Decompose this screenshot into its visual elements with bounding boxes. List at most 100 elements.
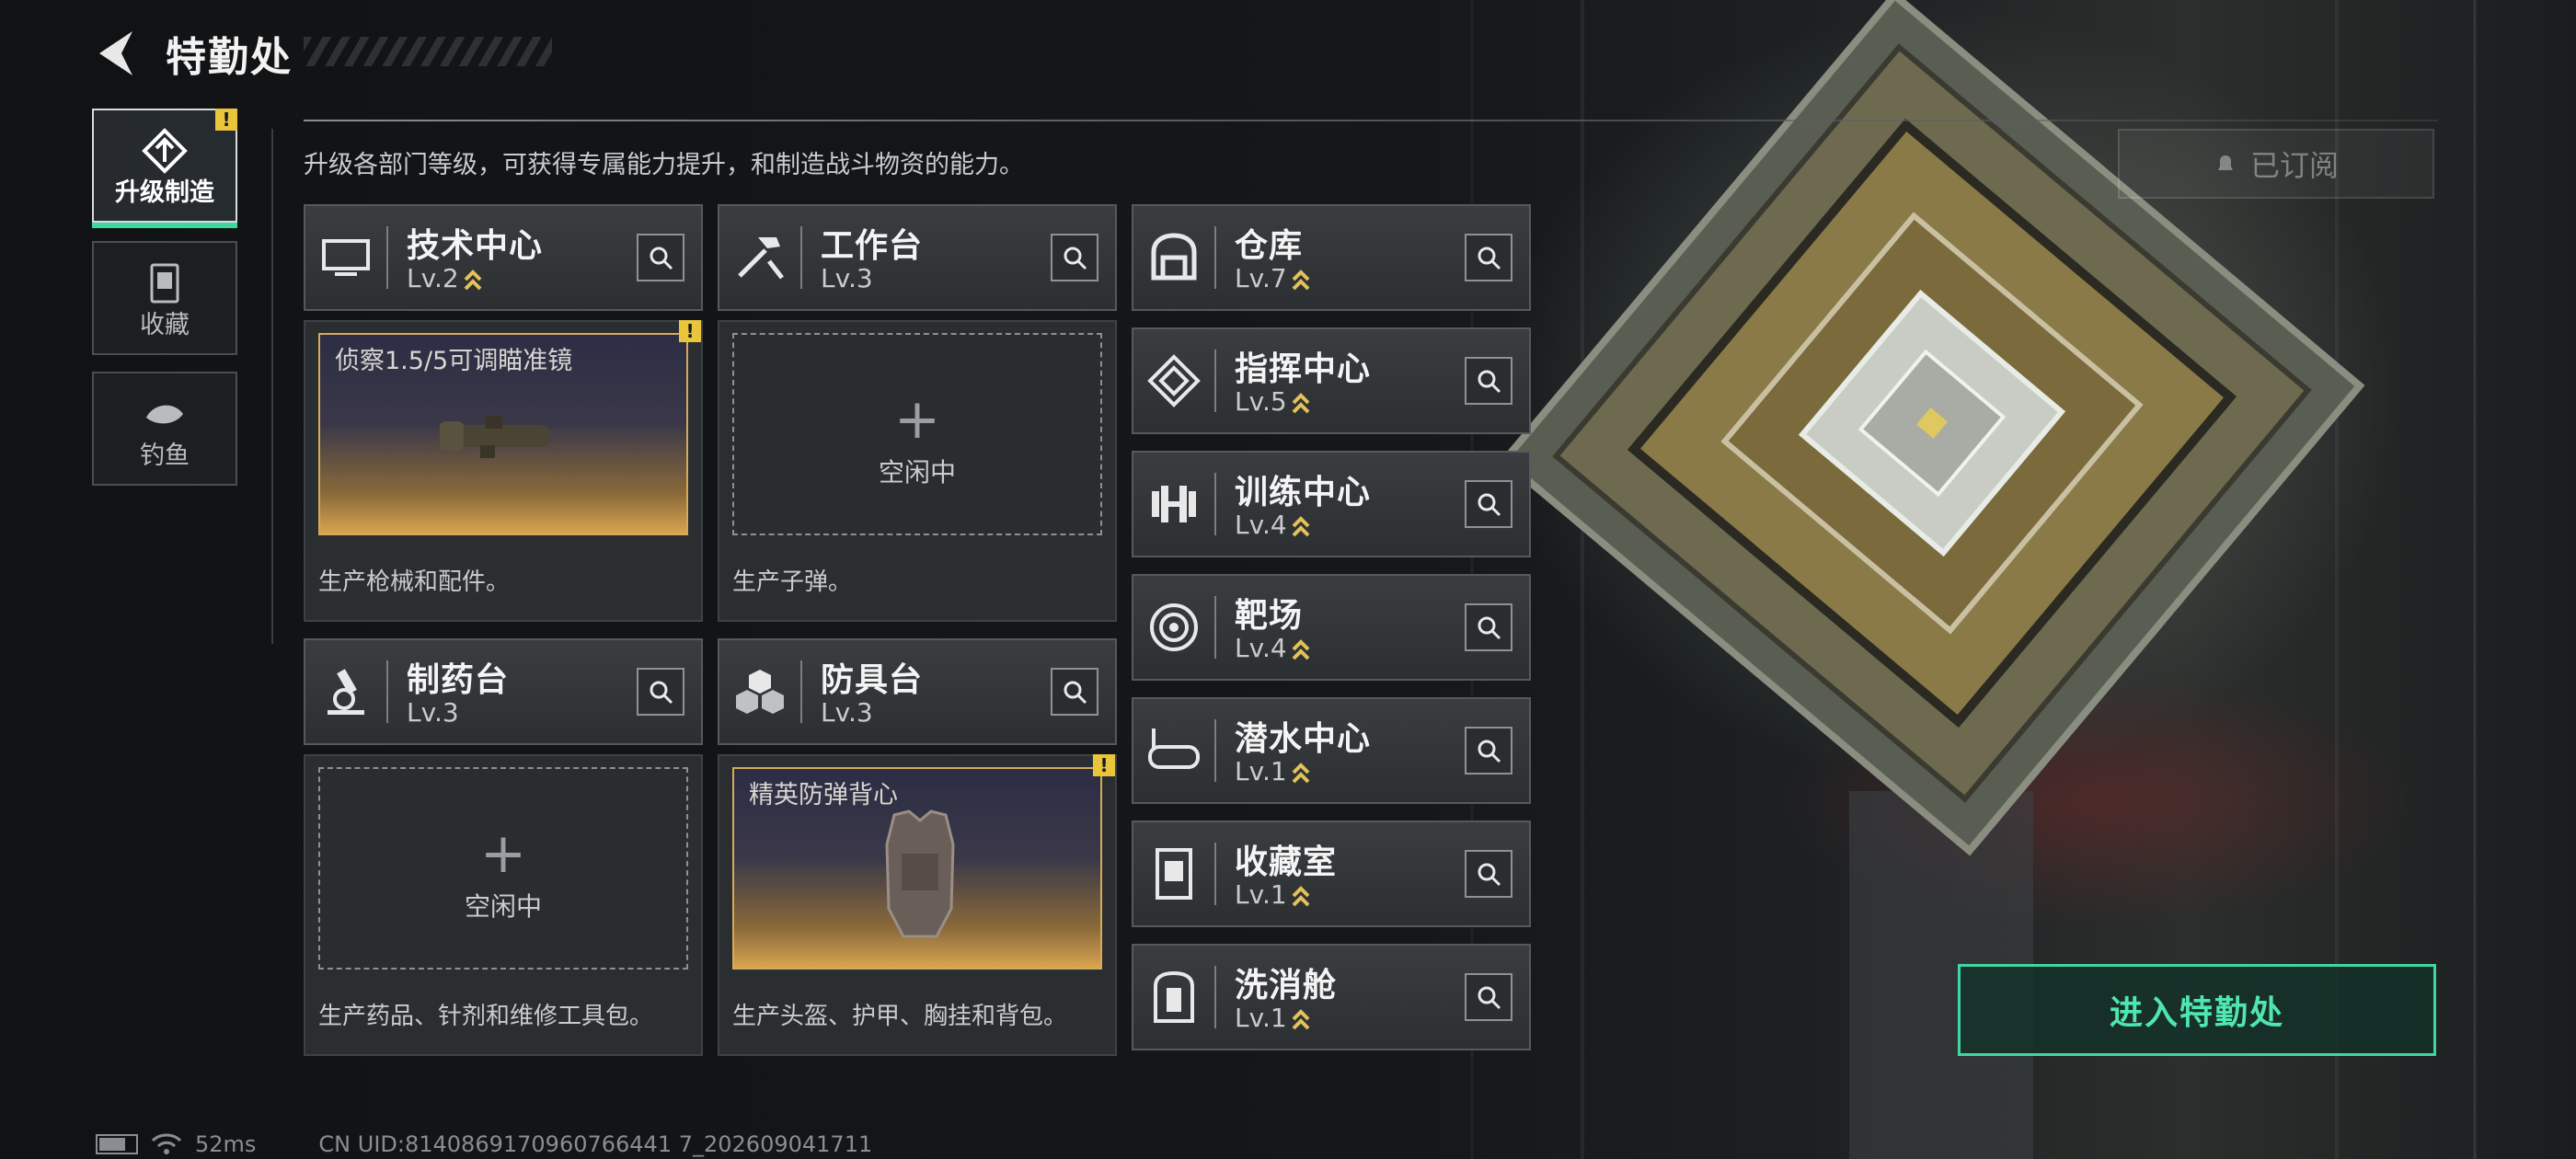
sidebar-item-fishing[interactable]: 钓鱼 [92, 372, 237, 486]
search-button[interactable] [1465, 603, 1512, 651]
bell-icon [2217, 155, 2233, 170]
card-separator [1214, 966, 1216, 1028]
header-divider [304, 120, 2438, 121]
card-separator [800, 660, 802, 723]
facility-card-tech-center[interactable]: 技术中心 Lv.2 [304, 204, 703, 311]
search-icon [1478, 740, 1501, 763]
production-panel-pharmacy: + 空闲中 生产药品、针剂和维修工具包。 [304, 754, 703, 1056]
page-description: 升级各部门等级，可获得专属能力提升，和制造战斗物资的能力。 [304, 151, 1024, 179]
production-slot[interactable]: 精英防弹背心 [732, 767, 1102, 970]
search-icon [650, 247, 673, 270]
plus-icon: + [479, 821, 527, 886]
card-separator [1214, 843, 1216, 905]
upgrade-chevron-icon [1292, 886, 1310, 907]
display-case-icon [1156, 848, 1192, 900]
subscribed-label: 已订阅 [2249, 148, 2339, 183]
facility-level: Lv.1 [1235, 1003, 1311, 1033]
card-separator [386, 660, 388, 723]
facility-level: Lv.5 [1235, 386, 1311, 417]
facility-name: 收藏室 [1235, 843, 1338, 881]
search-button[interactable] [1465, 357, 1512, 405]
alert-badge: ! [1093, 754, 1115, 776]
search-button[interactable] [1465, 234, 1512, 281]
facility-card-armor-bench[interactable]: 防具台 Lv.3 [718, 638, 1117, 745]
battery-icon [96, 1134, 138, 1154]
status-bar: 52ms CN UID:8140869170960766441 7_202609… [96, 1131, 872, 1157]
dumbbell-icon [1152, 486, 1196, 522]
production-slot[interactable]: + 空闲中 [732, 333, 1102, 535]
facility-description: 生产药品、针剂和维修工具包。 [318, 1003, 654, 1030]
back-arrow-icon[interactable] [92, 28, 138, 79]
facility-level: Lv.1 [1235, 879, 1311, 910]
vest-icon [885, 809, 955, 938]
search-button[interactable] [1051, 668, 1098, 716]
search-icon [1478, 493, 1501, 517]
card-separator [1214, 596, 1216, 659]
facility-name: 防具台 [821, 661, 924, 699]
facility-name: 技术中心 [407, 227, 544, 265]
facility-card-workbench[interactable]: 工作台 Lv.3 [718, 204, 1117, 311]
sidebar-item-label: 升级制造 [115, 178, 214, 207]
idle-label: 空闲中 [464, 891, 542, 922]
facility-card-decon-chamber[interactable]: 洗消舱 Lv.1 [1132, 944, 1531, 1050]
collection-icon [150, 263, 179, 304]
search-button[interactable] [1465, 973, 1512, 1021]
tools-icon [738, 237, 784, 280]
alert-badge: ! [679, 320, 701, 342]
search-button[interactable] [1465, 727, 1512, 775]
facility-name: 仓库 [1235, 227, 1304, 265]
diving-mask-icon [1148, 729, 1200, 769]
production-panel-workbench: + 空闲中 生产子弹。 [718, 320, 1117, 622]
facility-name: 洗消舱 [1235, 967, 1338, 1004]
plus-icon: + [893, 387, 941, 452]
sidebar-item-collection[interactable]: 收藏 [92, 241, 237, 355]
facility-name: 靶场 [1235, 597, 1304, 635]
upgrade-chevron-icon [1292, 270, 1310, 291]
search-button[interactable] [637, 234, 684, 281]
facility-name: 工作台 [821, 227, 924, 265]
scope-icon [440, 416, 550, 458]
facility-name: 制药台 [407, 661, 510, 699]
upgrade-icon [142, 128, 188, 174]
decon-chamber-icon [1154, 970, 1194, 1023]
facility-level: Lv.7 [1235, 263, 1311, 293]
facility-card-warehouse[interactable]: 仓库 Lv.7 [1132, 204, 1531, 311]
production-slot[interactable]: 侦察1.5/5可调瞄准镜 [318, 333, 688, 535]
facility-description: 生产头盔、护甲、胸挂和背包。 [732, 1003, 1068, 1030]
idle-label: 空闲中 [878, 457, 956, 488]
warehouse-icon [1151, 233, 1197, 281]
facility-card-shooting-range[interactable]: 靶场 Lv.4 [1132, 574, 1531, 681]
enter-special-ops-button[interactable]: 进入特勤处 [1958, 964, 2436, 1056]
production-slot[interactable]: + 空闲中 [318, 767, 688, 970]
search-icon [1478, 247, 1501, 270]
subscribed-button[interactable]: 已订阅 [2118, 129, 2434, 199]
search-button[interactable] [1465, 850, 1512, 898]
microscope-icon [328, 669, 364, 715]
upgrade-chevron-icon [1292, 393, 1310, 414]
search-icon [1478, 370, 1501, 394]
user-uid: CN UID:8140869170960766441 7_20260904171… [318, 1131, 873, 1157]
card-separator [1214, 226, 1216, 289]
search-icon [1478, 616, 1501, 640]
facility-card-diving-center[interactable]: 潜水中心 Lv.1 [1132, 697, 1531, 804]
facility-level: Lv.2 [407, 263, 483, 293]
facility-card-collection-room[interactable]: 收藏室 Lv.1 [1132, 820, 1531, 927]
card-separator [800, 226, 802, 289]
facility-level: Lv.3 [821, 697, 873, 728]
facility-card-training-center[interactable]: 训练中心 Lv.4 [1132, 451, 1531, 557]
search-icon [1064, 247, 1087, 270]
production-item-name: 精英防弹背心 [749, 781, 898, 809]
chip-icon [1147, 354, 1201, 407]
search-button[interactable] [1051, 234, 1098, 281]
facility-card-command-center[interactable]: 指挥中心 Lv.5 [1132, 327, 1531, 434]
facility-card-pharmacy[interactable]: 制药台 Lv.3 [304, 638, 703, 745]
search-button[interactable] [1465, 480, 1512, 528]
card-separator [1214, 473, 1216, 535]
facility-level: Lv.4 [1235, 633, 1311, 663]
search-icon [1478, 863, 1501, 887]
search-button[interactable] [637, 668, 684, 716]
production-panel-tech-center: 侦察1.5/5可调瞄准镜 ! 生产枪械和配件。 [304, 320, 703, 622]
sidebar-item-upgrade[interactable]: 升级制造 ! [92, 109, 237, 228]
sidebar-item-label: 收藏 [140, 311, 190, 339]
facility-name: 潜水中心 [1235, 720, 1372, 758]
